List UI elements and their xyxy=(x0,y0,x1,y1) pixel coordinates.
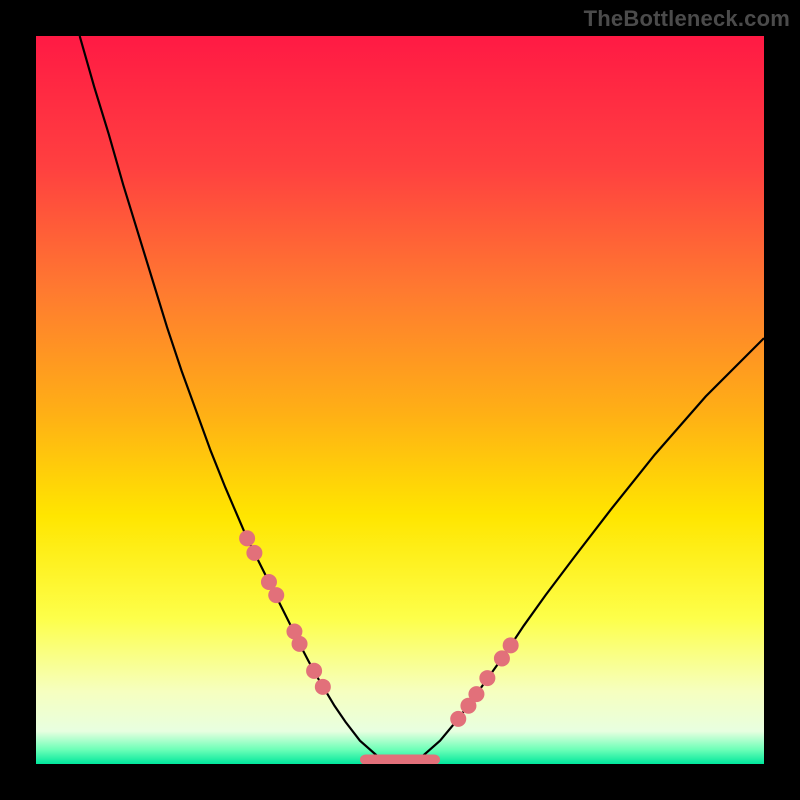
plot-area xyxy=(36,36,764,764)
data-point xyxy=(479,670,495,686)
min-plateau xyxy=(360,755,440,764)
data-point xyxy=(450,711,466,727)
data-point xyxy=(268,587,284,603)
chart-frame: TheBottleneck.com xyxy=(0,0,800,800)
data-point xyxy=(494,650,510,666)
data-point xyxy=(468,686,484,702)
data-point xyxy=(292,636,308,652)
data-point xyxy=(246,545,262,561)
data-point xyxy=(503,637,519,653)
gradient-background xyxy=(36,36,764,764)
data-point xyxy=(306,663,322,679)
data-point xyxy=(315,679,331,695)
data-point xyxy=(239,530,255,546)
watermark-text: TheBottleneck.com xyxy=(584,6,790,32)
chart-svg xyxy=(36,36,764,764)
